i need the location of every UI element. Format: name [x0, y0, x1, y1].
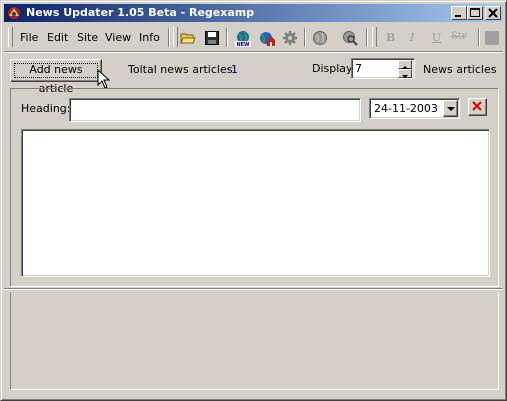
save-icon [205, 31, 219, 45]
search-globe-icon [343, 31, 358, 46]
display-count-value[interactable]: 7 [355, 62, 362, 75]
date-value[interactable]: 24-11-2003 [374, 102, 438, 115]
menu-grip[interactable] [8, 27, 13, 47]
maximize-icon [470, 8, 480, 17]
main-window: News Updater 1.05 Beta - Regexamp File E… [0, 0, 507, 401]
search-globe-button[interactable] [340, 28, 360, 48]
menu-site[interactable]: Site [77, 31, 98, 44]
status-area [10, 292, 499, 390]
delete-article-button[interactable] [468, 98, 487, 116]
maximize-button[interactable] [467, 6, 483, 20]
title-bar[interactable]: News Updater 1.05 Beta - Regexamp [4, 4, 503, 22]
total-articles-label: Toltal news articles: [128, 63, 237, 76]
status-divider [4, 288, 503, 290]
close-button[interactable] [485, 6, 501, 20]
minimize-icon [455, 15, 461, 17]
display-label: Display [312, 62, 353, 75]
add-news-article-button[interactable]: Add news article [10, 59, 102, 95]
menu-file[interactable]: File [20, 31, 38, 44]
menu-edit[interactable]: Edit [47, 31, 68, 44]
new-site-button[interactable]: NEW [232, 28, 252, 48]
save-button[interactable] [202, 28, 222, 48]
close-icon [472, 101, 482, 111]
toolbar-separator [478, 28, 480, 47]
arrow-down-icon [402, 75, 408, 78]
bold-button[interactable]: B [386, 31, 395, 44]
toolbar-separator [304, 28, 306, 47]
strikethrough-button[interactable]: Str [451, 31, 467, 42]
svg-text:NEW: NEW [236, 42, 250, 48]
minimize-button[interactable] [451, 6, 467, 20]
menu-toolbar-row: File Edit Site View Info NEW B I U Str [4, 25, 503, 50]
menu-view[interactable]: View [105, 31, 131, 44]
toolbar-divider [4, 51, 503, 53]
display-suffix-label: News articles [423, 63, 497, 76]
display-count-spinner[interactable]: 7 [351, 58, 415, 79]
home-site-button[interactable] [256, 28, 276, 48]
menu-info[interactable]: Info [139, 31, 160, 44]
extra-button[interactable] [482, 28, 502, 48]
spin-up-button[interactable] [398, 60, 412, 69]
close-icon [488, 8, 498, 18]
globe-button[interactable] [310, 28, 330, 48]
chevron-down-icon [447, 107, 455, 111]
globe-icon [313, 31, 327, 45]
heading-label: Heading: [21, 102, 71, 115]
date-dropdown-button[interactable] [443, 100, 458, 117]
mouse-cursor-icon [97, 69, 110, 89]
settings-button[interactable] [280, 28, 300, 48]
toolbar-separator [366, 28, 368, 47]
article-body-textarea[interactable] [21, 129, 490, 277]
format-grip[interactable] [372, 27, 377, 47]
app-icon[interactable] [6, 5, 22, 21]
toolbar-separator [226, 28, 228, 47]
new-site-icon: NEW [235, 31, 251, 48]
gear-icon [283, 31, 297, 45]
italic-button[interactable]: I [410, 31, 414, 44]
underline-button[interactable]: U [432, 31, 441, 44]
spin-down-button[interactable] [398, 69, 412, 78]
heading-input[interactable] [69, 98, 361, 122]
date-picker[interactable]: 24-11-2003 [369, 98, 460, 119]
open-button[interactable] [178, 28, 198, 48]
home-site-icon [260, 32, 275, 46]
window-title: News Updater 1.05 Beta - Regexamp [26, 6, 255, 19]
open-folder-icon [180, 33, 196, 44]
toolbar-separator [168, 28, 170, 47]
total-articles-count: 1 [231, 63, 238, 76]
square-icon [485, 31, 499, 45]
